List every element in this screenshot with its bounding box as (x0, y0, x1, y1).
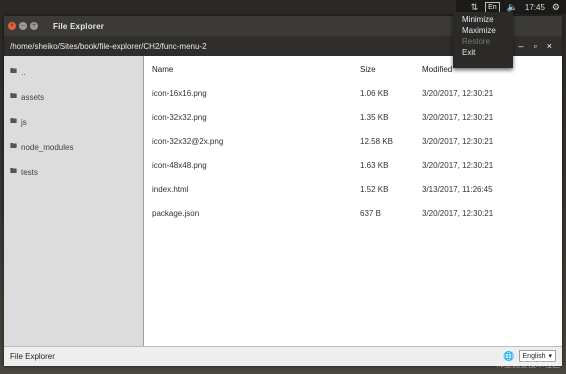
status-bar-title: File Explorer (10, 352, 55, 361)
column-header-modified[interactable]: Modified (422, 65, 452, 74)
file-name: icon-16x16.png (152, 89, 207, 98)
tray-menu-exit[interactable]: Exit (453, 47, 513, 58)
file-size: 1.35 KB (360, 113, 389, 122)
sidebar-item-assets[interactable]: 🖿 assets (4, 85, 143, 110)
sidebar-item-label: .. (21, 68, 26, 77)
file-name: package.json (152, 209, 200, 218)
file-size: 1.52 KB (360, 185, 389, 194)
keyboard-layout-indicator[interactable]: En (485, 1, 500, 13)
maximize-window-button[interactable]: + (30, 22, 38, 30)
close-window-button[interactable]: × (8, 22, 16, 30)
file-modified: 3/20/2017, 12:30:21 (422, 137, 494, 146)
file-size: 12.58 KB (360, 137, 393, 146)
current-path: /home/sheiko/Sites/book/file-explorer/CH… (10, 41, 207, 51)
folder-icon: 🖿 (10, 93, 17, 100)
status-bar: File Explorer 🌐 English ▾ (4, 346, 562, 366)
file-modified: 3/20/2017, 12:30:21 (422, 209, 494, 218)
clock[interactable]: 17:45 (525, 3, 545, 12)
folder-icon: 🖿 (10, 118, 17, 125)
tray-context-menu: Minimize Maximize Restore Exit (453, 12, 513, 68)
file-name: icon-32x32.png (152, 113, 207, 122)
tray-menu-maximize[interactable]: Maximize (453, 25, 513, 36)
file-size: 1.06 KB (360, 89, 389, 98)
tray-menu-restore[interactable]: Restore (453, 36, 513, 47)
network-icon[interactable]: ⇅ (471, 2, 479, 12)
file-modified: 3/20/2017, 12:30:21 (422, 113, 494, 122)
volume-icon[interactable]: 🔈 (507, 2, 518, 12)
column-header-name[interactable]: Name (152, 65, 173, 74)
sidebar-item-js[interactable]: 🖿 js (4, 110, 143, 135)
file-modified: 3/20/2017, 12:30:21 (422, 161, 494, 170)
sidebar-item-tests[interactable]: 🖿 tests (4, 160, 143, 185)
app-window-controls: – ▫ × (519, 36, 552, 56)
file-row[interactable]: icon-16x16.png 1.06 KB 3/20/2017, 12:30:… (144, 82, 562, 106)
file-name: icon-48x48.png (152, 161, 207, 170)
folder-icon: 🖿 (10, 68, 17, 75)
file-size: 637 B (360, 209, 381, 218)
column-header-size[interactable]: Size (360, 65, 376, 74)
folder-icon: 🖿 (10, 143, 17, 150)
file-explorer-window: × – + File Explorer /home/sheiko/Sites/b… (4, 16, 562, 366)
minimize-window-button[interactable]: – (19, 22, 27, 30)
sidebar-item-label: node_modules (21, 143, 74, 152)
file-modified: 3/20/2017, 12:30:21 (422, 89, 494, 98)
sidebar-item-label: assets (21, 93, 45, 102)
sidebar-item-parent[interactable]: 🖿 .. (4, 60, 143, 85)
directory-sidebar: 🖿 .. 🖿 assets 🖿 js 🖿 node_modules 🖿 test… (4, 56, 144, 346)
file-row[interactable]: index.html 1.52 KB 3/13/2017, 11:26:45 (144, 178, 562, 202)
tray-menu-minimize[interactable]: Minimize (453, 14, 513, 25)
file-name: index.html (152, 185, 189, 194)
watermark: 稀土掘金技术社区 (496, 360, 560, 369)
app-maximize-button[interactable]: ▫ (534, 41, 537, 51)
file-modified: 3/13/2017, 11:26:45 (422, 185, 493, 194)
sidebar-item-label: js (21, 118, 27, 127)
folder-icon: 🖿 (10, 168, 17, 175)
window-title: File Explorer (53, 21, 105, 31)
file-row[interactable]: icon-48x48.png 1.63 KB 3/20/2017, 12:30:… (144, 154, 562, 178)
app-minimize-button[interactable]: – (519, 41, 524, 51)
file-row[interactable]: icon-32x32.png 1.35 KB 3/20/2017, 12:30:… (144, 106, 562, 130)
settings-icon[interactable]: ⚙ (552, 2, 560, 12)
file-list: Name Size Modified icon-16x16.png 1.06 K… (144, 56, 562, 346)
sidebar-item-label: tests (21, 168, 38, 177)
explorer-content: 🖿 .. 🖿 assets 🖿 js 🖿 node_modules 🖿 test… (4, 56, 562, 346)
file-name: icon-32x32@2x.png (152, 137, 224, 146)
file-size: 1.63 KB (360, 161, 389, 170)
app-close-button[interactable]: × (547, 41, 552, 51)
sidebar-item-node-modules[interactable]: 🖿 node_modules (4, 135, 143, 160)
file-row[interactable]: icon-32x32@2x.png 12.58 KB 3/20/2017, 12… (144, 130, 562, 154)
file-row[interactable]: package.json 637 B 3/20/2017, 12:30:21 (144, 202, 562, 226)
